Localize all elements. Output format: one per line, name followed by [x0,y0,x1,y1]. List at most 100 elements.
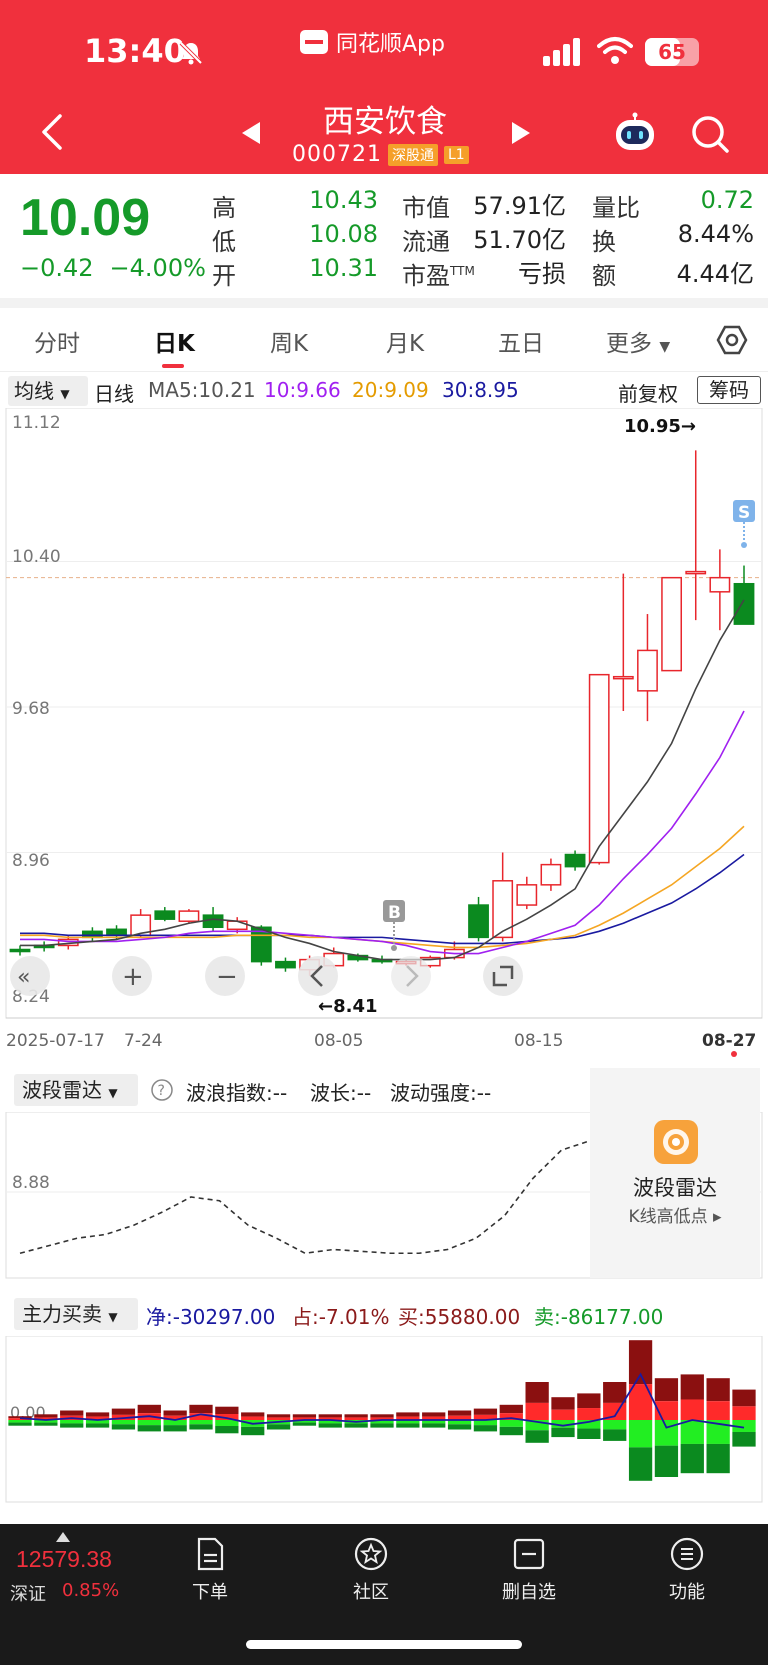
scroll-right-button[interactable] [391,956,431,996]
y-tick-label: 8.96 [12,851,50,871]
hexagon-settings-icon[interactable] [716,324,748,356]
nav-remove-watchlist-label: 删自选 [502,1582,556,1603]
tab-weekly-k[interactable]: 周K [270,324,308,358]
buy-bar-large [525,1382,549,1403]
candlestick-chart[interactable]: 11.12 10.40 9.68 8.96 8.24 10.95→ ←8.41 … [0,408,768,1068]
tab-monthly-k[interactable]: 月K [386,324,424,358]
buy-bar-large [680,1374,704,1400]
rewind-button[interactable]: « [10,956,50,996]
buy-bar-large [396,1412,420,1417]
search-button[interactable] [690,114,730,154]
x-tick-label: 2025-07-17 [6,1031,105,1051]
sell-bar-large [732,1431,756,1447]
star-badge-icon [354,1537,388,1571]
sell-bar-large [215,1425,239,1434]
amount-label: 额 [592,262,616,290]
buy-bar [241,1416,265,1420]
chart-tabs: 分时 日K 周K 月K 五日 更多 ▼ [0,308,768,372]
sell-signal-label: S [738,503,750,523]
sell-signal-marker[interactable]: S [733,500,755,548]
document-icon [197,1537,224,1571]
sell-bar-large [34,1422,58,1426]
buy-bar-large [706,1378,730,1402]
candle-body [733,582,755,625]
current-day-dot [731,1051,737,1057]
tab-five-day[interactable]: 五日 [498,324,544,358]
price-change-pct: −4.00% [109,254,206,282]
main-force-selector[interactable]: 主力买卖 ▼ [14,1298,138,1330]
index-value[interactable]: 12579.38 [16,1546,112,1573]
sell-bar-large [292,1422,317,1426]
wave-index: 波浪指数:-- [186,1081,288,1105]
sell-bar [111,1420,136,1425]
sell-bar-large [189,1424,213,1430]
sell-bar-large [163,1425,187,1432]
nav-order[interactable]: 下单 [165,1536,255,1604]
zoom-in-button[interactable]: + [112,956,152,996]
wave-radar-line [19,1139,591,1255]
price-change-row: −0.42 −4.00% [20,254,206,282]
candle-body [709,576,731,593]
open-value: 10.31 [309,254,378,282]
sell-bar-large [370,1423,394,1428]
net-value: 净:-30297.00 [146,1305,276,1329]
candle-body [202,914,224,929]
zoom-out-button[interactable]: − [205,956,245,996]
wave-radar-card-title: 波段雷达 [633,1176,717,1200]
wave-length: 波长:-- [310,1081,372,1105]
ai-assistant-icon[interactable] [612,112,658,152]
buy-bar [577,1408,601,1420]
buy-bar-large [628,1340,653,1385]
candle-body [226,920,248,931]
buy-bar-large [603,1382,627,1403]
nav-community[interactable]: 社区 [326,1536,416,1604]
period-label: 日线 [94,382,134,406]
candle-body [275,960,296,969]
high-label: 高 [212,194,236,222]
prev-stock-button[interactable] [240,120,262,146]
stock-name: 西安饮食 [323,104,447,140]
index-name: 深证 [10,1584,46,1605]
tab-daily-k[interactable]: 日K [154,324,195,358]
tab-intraday[interactable]: 分时 [34,324,80,358]
buy-bar-large [137,1404,161,1414]
x-tick-label: 08-27 [702,1031,756,1051]
low-price-mark: ←8.41 [318,996,378,1017]
next-stock-button[interactable] [510,120,532,146]
high-price-mark: 10.95→ [624,416,696,437]
ma30-value: 30:8.95 [442,378,519,402]
nav-remove-watchlist[interactable]: 删自选 [484,1536,574,1604]
wave-radar-selector[interactable]: 波段雷达 ▼ [14,1074,138,1106]
plus-icon: + [122,962,144,992]
stock-subtitle: 000721 深股通 L1 [292,142,469,167]
fullscreen-button[interactable] [483,956,523,996]
buy-bar-large [60,1410,84,1416]
back-button[interactable] [36,112,66,152]
home-indicator[interactable] [246,1640,522,1649]
main-force-header: 主力买卖 ▼ 净:-30297.00 占:-7.01% 买:55880.00 卖… [0,1292,768,1336]
scroll-left-button[interactable] [298,956,338,996]
app-logo-icon [300,30,328,54]
nav-functions[interactable]: 功能 [642,1536,732,1604]
candle-body [9,948,31,953]
sell-bar-large [137,1425,161,1432]
tab-more[interactable]: 更多 ▼ [606,324,670,358]
buy-bar-large [447,1410,472,1416]
sell-bar-large [318,1423,342,1428]
y-tick-label: 9.68 [12,699,50,719]
cellular-signal-icon [543,38,580,66]
sell-bar [654,1420,679,1446]
help-icon[interactable]: ? [150,1078,174,1102]
price-change: −0.42 [20,254,94,282]
chip-distribution-button[interactable]: 筹码 [697,376,761,404]
ratio-value: 占:-7.01% [292,1305,390,1329]
nav-order-label: 下单 [192,1582,228,1603]
adjust-mode[interactable]: 前复权 [618,378,678,407]
wave-radar-promo-card[interactable]: 波段雷达 K线高低点 ▸ [590,1068,760,1278]
main-force-chart[interactable]: 0.00 [0,1336,768,1506]
buy-signal-label: B [388,903,401,923]
sell-bar-large [473,1425,498,1432]
sell-bar-large [551,1427,575,1438]
ma-selector[interactable]: 均线 ▼ [8,376,88,406]
buy-bar-large [163,1410,187,1416]
